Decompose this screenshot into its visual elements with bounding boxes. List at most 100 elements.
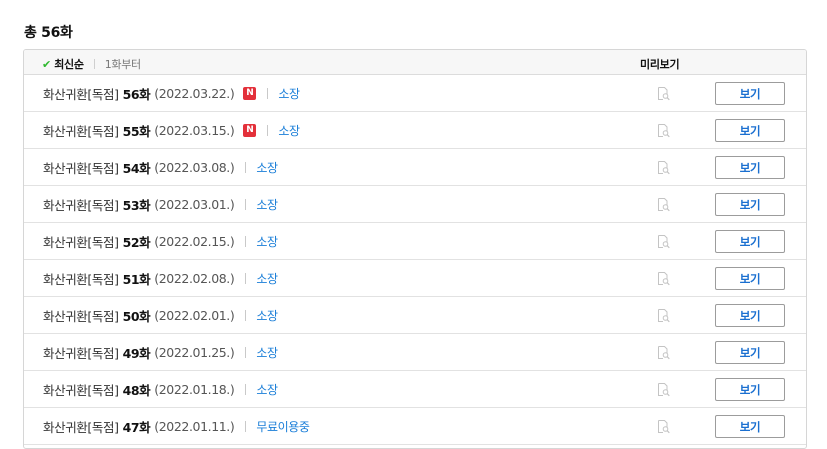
episode-row: 화산귀환[독점] 48화 (2022.01.18.) 소장 보기 [24,371,806,408]
divider [93,59,95,69]
sort-options: ✔ 최신순 1화부터 [42,56,141,72]
view-button[interactable]: 보기 [715,193,785,216]
episode-date: (2022.01.25.) [154,345,235,360]
series-name: 화산귀환[독점] [43,198,119,213]
preview-search-icon[interactable] [656,345,671,360]
sort-latest[interactable]: 최신순 [54,56,84,72]
episode-title[interactable]: 화산귀환[독점] 54화 (2022.03.08.) 소장 [43,149,278,186]
preview-column-header: 미리보기 [640,58,680,71]
episode-number: 48화 [122,383,151,398]
episode-date: (2022.02.15.) [154,234,235,249]
series-name: 화산귀환[독점] [43,87,119,102]
divider [267,88,269,99]
view-button[interactable]: 보기 [715,267,785,290]
series-name: 화산귀환[독점] [43,235,119,250]
episode-date: (2022.02.01.) [154,308,235,323]
view-button[interactable]: 보기 [715,415,785,438]
episode-date: (2022.03.08.) [154,160,235,175]
episode-row: 화산귀환[독점] 49화 (2022.01.25.) 소장 보기 [24,334,806,371]
view-button[interactable]: 보기 [715,341,785,364]
ownership-status: 소장 [256,309,278,323]
divider [245,162,247,173]
list-header: ✔ 최신순 1화부터 미리보기 [24,50,806,75]
ownership-status: 소장 [278,87,300,101]
series-name: 화산귀환[독점] [43,420,119,435]
preview-search-icon[interactable] [656,382,671,397]
ownership-status: 소장 [256,272,278,286]
total-episode-count: 총 56화 [24,25,73,41]
episode-number: 52화 [122,235,151,250]
episode-row: 화산귀환[독점] 52화 (2022.02.15.) 소장 보기 [24,223,806,260]
preview-search-icon[interactable] [656,86,671,101]
episode-title[interactable]: 화산귀환[독점] 48화 (2022.01.18.) 소장 [43,371,278,408]
series-name: 화산귀환[독점] [43,383,119,398]
divider [245,273,247,284]
episode-row: 화산귀환[독점] 47화 (2022.01.11.) 무료이용중 보기 [24,408,806,445]
episode-row: 화산귀환[독점] 50화 (2022.02.01.) 소장 보기 [24,297,806,334]
divider [245,421,247,432]
check-icon: ✔ [42,57,52,71]
view-button[interactable]: 보기 [715,82,785,105]
preview-search-icon[interactable] [656,234,671,249]
episode-number: 56화 [122,87,151,102]
episode-date: (2022.03.15.) [154,123,235,138]
view-button[interactable]: 보기 [715,378,785,401]
episode-number: 55화 [122,124,151,139]
episode-number: 51화 [122,272,151,287]
series-name: 화산귀환[독점] [43,161,119,176]
new-badge: N [243,124,257,137]
divider [245,310,247,321]
episode-number: 50화 [122,309,151,324]
view-button[interactable]: 보기 [715,156,785,179]
episode-date: (2022.03.01.) [154,197,235,212]
episode-title[interactable]: 화산귀환[독점] 51화 (2022.02.08.) 소장 [43,260,278,297]
sort-from-first[interactable]: 1화부터 [105,56,141,72]
episode-title[interactable]: 화산귀환[독점] 53화 (2022.03.01.) 소장 [43,186,278,223]
episode-title[interactable]: 화산귀환[독점] 55화 (2022.03.15.) N 소장 [43,112,300,149]
episode-list: ✔ 최신순 1화부터 미리보기 화산귀환[독점] 56화 (2022.03.22… [23,49,807,449]
ownership-status: 소장 [256,235,278,249]
ownership-status: 무료이용중 [256,420,310,434]
ownership-status: 소장 [256,198,278,212]
preview-search-icon[interactable] [656,419,671,434]
episode-number: 49화 [122,346,151,361]
episode-row: 화산귀환[독점] 51화 (2022.02.08.) 소장 보기 [24,260,806,297]
episode-title[interactable]: 화산귀환[독점] 52화 (2022.02.15.) 소장 [43,223,278,260]
episode-date: (2022.01.18.) [154,382,235,397]
view-button[interactable]: 보기 [715,230,785,253]
ownership-status: 소장 [278,124,300,138]
view-button[interactable]: 보기 [715,304,785,327]
episode-date: (2022.01.11.) [154,419,235,434]
divider [245,236,247,247]
episode-number: 53화 [122,198,151,213]
new-badge: N [243,87,257,100]
divider [245,199,247,210]
divider [245,347,247,358]
episode-row: 화산귀환[독점] 54화 (2022.03.08.) 소장 보기 [24,149,806,186]
view-button[interactable]: 보기 [715,119,785,142]
divider [267,125,269,136]
episode-title[interactable]: 화산귀환[독점] 56화 (2022.03.22.) N 소장 [43,75,300,112]
divider [245,384,247,395]
series-name: 화산귀환[독점] [43,124,119,139]
episode-number: 47화 [122,420,151,435]
preview-search-icon[interactable] [656,123,671,138]
episode-title[interactable]: 화산귀환[독점] 50화 (2022.02.01.) 소장 [43,297,278,334]
preview-search-icon[interactable] [656,197,671,212]
preview-search-icon[interactable] [656,271,671,286]
preview-search-icon[interactable] [656,160,671,175]
series-name: 화산귀환[독점] [43,272,119,287]
episode-row: 화산귀환[독점] 53화 (2022.03.01.) 소장 보기 [24,186,806,223]
episode-title[interactable]: 화산귀환[독점] 47화 (2022.01.11.) 무료이용중 [43,408,310,445]
ownership-status: 소장 [256,383,278,397]
episode-number: 54화 [122,161,151,176]
episode-date: (2022.02.08.) [154,271,235,286]
episode-title[interactable]: 화산귀환[독점] 49화 (2022.01.25.) 소장 [43,334,278,371]
episode-rows: 화산귀환[독점] 56화 (2022.03.22.) N 소장 보기 화산귀환[… [24,75,806,445]
episode-row: 화산귀환[독점] 56화 (2022.03.22.) N 소장 보기 [24,75,806,112]
preview-search-icon[interactable] [656,308,671,323]
episode-date: (2022.03.22.) [154,86,235,101]
series-name: 화산귀환[독점] [43,346,119,361]
ownership-status: 소장 [256,161,278,175]
ownership-status: 소장 [256,346,278,360]
